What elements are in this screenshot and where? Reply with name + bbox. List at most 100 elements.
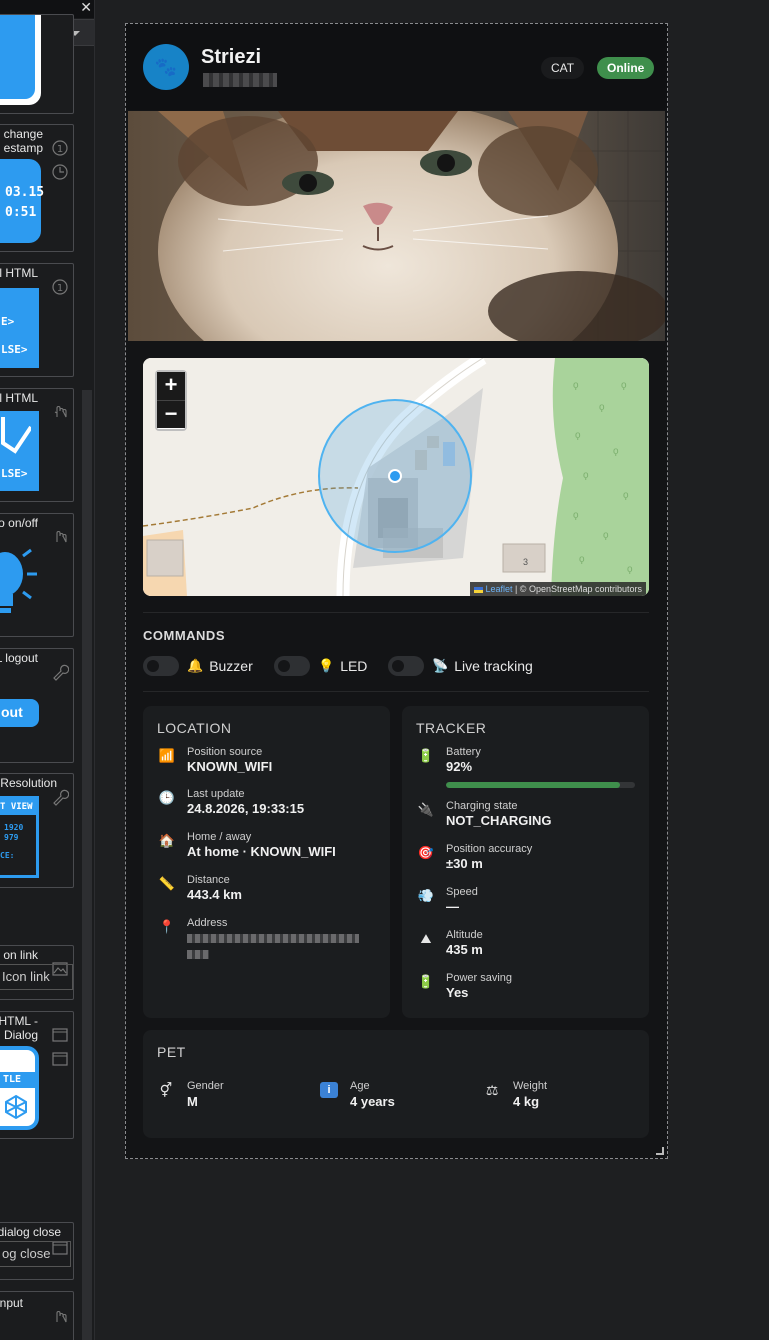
map-zoom-control: + − [155,370,187,431]
widget-palette-panel: ✕ change estamp 1 03.15 0:51 l HTML 1 E> LS… [0,0,95,1340]
accuracy-row: 🎯 Position accuracy ±30 m [416,843,636,883]
battery-row: 🔋 Battery 92% [416,746,636,786]
widget-preview-logout-button: out [0,699,39,727]
widget-tile[interactable]: nput [0,1291,74,1340]
last-update-row: 🕒 Last update 24.8.2026, 19:33:15 [157,788,377,828]
gender-field: ⚥ Gender M [157,1080,307,1120]
live-tracking-toggle[interactable] [388,656,424,676]
battery-icon: 🔋 [417,748,435,763]
widget-tile[interactable]: l HTML 1 E> LSE> [0,263,74,377]
widget-preview-icon [0,15,35,99]
field-label: Position source [187,746,263,758]
pet-subtitle-redacted [203,73,277,87]
field-label: Distance [187,874,230,886]
battery-level-bar [446,782,635,788]
field-value: 4 kg [513,1094,540,1109]
address-row: 📍 Address [157,917,377,967]
command-led: 💡 LED [274,655,367,677]
widget-label: on link [3,948,38,962]
bell-icon: 🔔 [187,658,204,673]
field-value: 92% [446,759,473,774]
position-source-row: 📶 Position source KNOWN_WIFI [157,746,377,786]
address-redacted [187,934,359,943]
widget-tile[interactable]: on link Icon link [0,945,74,1000]
age-field: i Age 4 years [320,1080,470,1120]
buzzer-toggle[interactable] [143,656,179,676]
field-label: Last update [187,788,245,800]
widget-tile[interactable] [0,14,74,114]
led-toggle[interactable] [274,656,310,676]
status-badge: Online [597,57,655,79]
window-icon [52,1052,68,1066]
widget-label: o on/off [0,516,38,530]
widget-tile[interactable]: o on/off [0,513,74,637]
field-label: Position accuracy [446,843,533,855]
info-icon: 1 [52,279,68,295]
svg-text:ϙ: ϙ [583,470,589,481]
widget-label: l HTML [0,266,38,280]
field-value: M [187,1094,198,1109]
resize-handle[interactable] [656,1147,664,1155]
widget-label: Resolution [0,776,57,790]
wrench-icon [53,789,69,806]
svg-text:ϙ: ϙ [575,430,581,441]
command-label: Buzzer [209,658,253,674]
widget-label: nput [0,1296,23,1310]
scale-icon: ⚖ [485,1082,499,1098]
location-panel: LOCATION 📶 Position source KNOWN_WIFI 🕒 … [143,706,390,1018]
widget-preview-resolution: T VIEW 1920 979 CE: [0,796,39,878]
satellite-icon: 📡 [432,658,449,673]
widget-label: change estamp [3,127,43,155]
avatar: 🐾 [143,44,189,90]
field-value: Yes [446,985,469,1000]
paw-icon: 🐾 [154,56,178,77]
widget-tile[interactable]: dialog close og close [0,1222,74,1280]
field-label: Power saving [446,972,513,984]
speed-row: 💨 Speed — [416,886,636,926]
widget-preview-dialog-close: og close [0,1241,71,1267]
svg-text:1: 1 [57,283,63,294]
command-buzzer: 🔔 Buzzer [143,655,253,677]
svg-text:ϙ: ϙ [621,380,627,391]
tracker-panel-title: TRACKER [416,720,487,736]
ruler-icon: 📏 [158,876,176,891]
scrollbar[interactable] [82,390,92,1340]
battery-icon: 🔋 [417,974,435,989]
widget-label: er - HTML -jqui Dialog [0,1014,38,1042]
widget-tile[interactable]: L logout out [0,648,74,763]
widget-tile[interactable]: er - HTML -jqui Dialog TLE [0,1011,74,1139]
zoom-out-button[interactable]: − [157,400,185,428]
svg-text:ϙ: ϙ [573,510,579,521]
pin-icon: 📍 [158,919,176,934]
map-attribution: Leaflet | © OpenStreetMap contributors [470,582,646,596]
field-value: 24.8.2026, 19:33:15 [187,801,305,816]
svg-text:ϙ: ϙ [623,490,629,501]
field-label: Weight [513,1080,548,1092]
leaflet-link[interactable]: Leaflet [485,584,512,594]
field-value: At home · KNOWN_WIFI [187,844,336,859]
widget-tile[interactable]: change estamp 1 03.15 0:51 [0,124,74,252]
pet-panel: PET ⚥ Gender M i Age 4 years ⚖ Weight 4 … [143,1030,649,1138]
close-icon[interactable]: ✕ [80,0,92,14]
field-label: Home / away [187,831,252,843]
svg-text:ϙ: ϙ [613,446,619,457]
widget-label: L logout [0,651,38,665]
pet-photo [128,111,665,341]
pet-type-badge: CAT [541,57,585,79]
pet-card-header: 🐾 Striezi CAT Online [126,24,667,110]
zoom-in-button[interactable]: + [157,372,185,400]
field-label: Gender [187,1080,224,1092]
location-panel-title: LOCATION [157,720,232,736]
field-value: KNOWN_WIFI [187,759,273,774]
svg-text:ϙ: ϙ [603,530,609,541]
svg-text:1: 1 [57,144,63,155]
field-label: Altitude [446,929,483,941]
widget-tile[interactable]: Resolution T VIEW 1920 979 CE: [0,773,74,888]
tracker-panel: TRACKER 🔋 Battery 92% 🔌 Charging state N… [402,706,649,1018]
signal-bars-icon: 📶 [158,748,176,763]
location-map[interactable]: ϙϙϙ ϙϙϙ ϙϙϙ ϙϙ 3 + − Leaflet | © OpenStr… [143,358,649,596]
target-icon: 🎯 [417,845,435,860]
widget-tile[interactable]: l HTML LSE> [0,388,74,502]
house-icon: 🏠 [158,833,176,848]
gender-icon: ⚥ [159,1082,173,1098]
